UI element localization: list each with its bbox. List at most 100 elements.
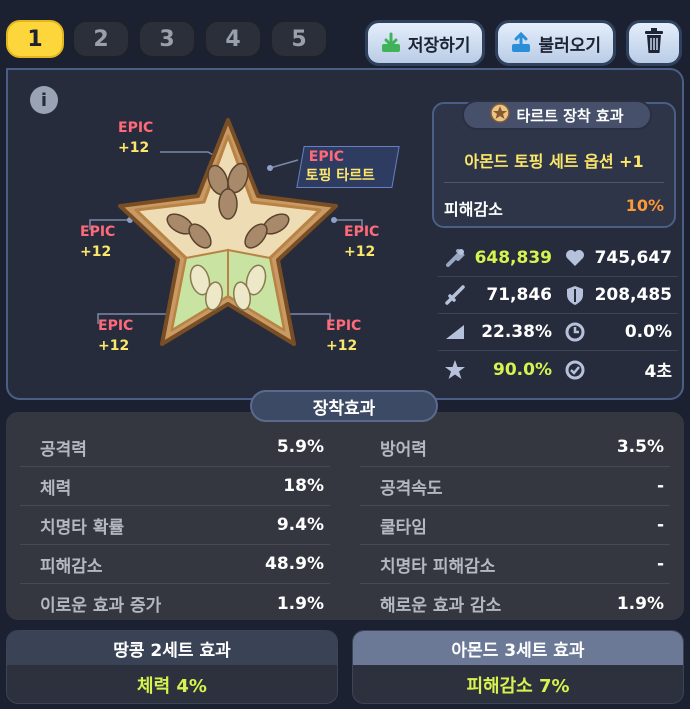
equip-label: 방어력 bbox=[380, 439, 427, 460]
equip-row: 쿨타임 - bbox=[360, 506, 670, 545]
stat-cell: 0.0% bbox=[558, 321, 678, 343]
tab-3[interactable]: 3 bbox=[138, 20, 196, 58]
tart-effect-stat-label: 피해감소 bbox=[444, 200, 503, 219]
equip-value: 18% bbox=[283, 476, 324, 496]
equip-label: 공격속도 bbox=[380, 478, 443, 499]
load-label: 불러오기 bbox=[538, 35, 601, 56]
slot-level: +12 bbox=[344, 244, 376, 260]
equip-row: 체력 18% bbox=[20, 467, 330, 506]
star-burst-icon bbox=[445, 359, 465, 379]
toolbar: 저장하기 불러오기 bbox=[364, 20, 682, 66]
attack-power-icon bbox=[446, 249, 465, 267]
tab-5[interactable]: 5 bbox=[270, 20, 328, 58]
stat-row: 90.0% 4초 bbox=[438, 351, 678, 388]
stats-grid: 648,839 745,647 71,846 208,485 22.38% 0.… bbox=[438, 240, 678, 388]
stat-row: 71,846 208,485 bbox=[438, 277, 678, 314]
slot-level: +12 bbox=[98, 338, 130, 354]
tab-2[interactable]: 2 bbox=[72, 20, 130, 58]
equip-label: 피해감소 bbox=[40, 556, 103, 577]
equip-label: 공격력 bbox=[40, 439, 87, 460]
heart-icon bbox=[566, 250, 584, 266]
stat-cell: 90.0% bbox=[438, 359, 558, 381]
stat-value: 90.0% bbox=[493, 359, 552, 380]
equip-value: - bbox=[656, 476, 664, 496]
equip-row: 이로운 효과 증가 1.9% bbox=[20, 584, 330, 623]
equip-row: 공격력 5.9% bbox=[20, 428, 330, 467]
save-label: 저장하기 bbox=[407, 35, 471, 56]
equip-col-left: 공격력 5.9% 체력 18% 치명타 확률 9.4% 피해감소 48.9% 이로운 효… bbox=[20, 428, 330, 623]
stat-cell: 208,485 bbox=[558, 284, 678, 306]
tart-diagram: EPIC +12 EPIC 토핑 타르트 EPIC +12 EPIC +12 E… bbox=[68, 100, 400, 400]
stat-cell: 22.38% bbox=[438, 321, 558, 343]
tart-effect-stat-value: 10% bbox=[625, 196, 664, 215]
equip-value: - bbox=[656, 515, 664, 535]
stat-row: 648,839 745,647 bbox=[438, 240, 678, 277]
equip-value: - bbox=[656, 554, 664, 574]
trash-icon bbox=[642, 27, 666, 59]
set-effect-title: 아몬드 3세트 효과 bbox=[353, 631, 683, 665]
tag-name: 토핑 타르트 bbox=[305, 168, 375, 184]
slot-bottom-right[interactable]: EPIC +12 bbox=[326, 316, 361, 356]
equip-label: 치명타 확률 bbox=[40, 517, 125, 538]
equip-label: 해로운 효과 감소 bbox=[380, 596, 502, 616]
crit-icon bbox=[446, 325, 464, 339]
equip-row: 치명타 확률 9.4% bbox=[20, 506, 330, 545]
slot-level: +12 bbox=[118, 140, 150, 156]
set-effect-value: 체력 4% bbox=[137, 676, 207, 697]
equip-row: 치명타 피해감소 - bbox=[360, 545, 670, 584]
stat-cell: 648,839 bbox=[438, 247, 558, 269]
equip-effect-panel: 공격력 5.9% 체력 18% 치명타 확률 9.4% 피해감소 48.9% 이로운 효… bbox=[6, 412, 684, 620]
topping-tart-tag: EPIC 토핑 타르트 bbox=[296, 146, 400, 188]
tart-effect-stat: 피해감소 10% bbox=[444, 196, 664, 220]
equip-effect-title: 장착효과 bbox=[250, 390, 438, 422]
equip-label: 이로운 효과 증가 bbox=[40, 596, 162, 616]
slot-grade: EPIC bbox=[118, 120, 154, 136]
stat-value: 71,846 bbox=[486, 285, 552, 305]
load-button[interactable]: 불러오기 bbox=[495, 20, 616, 66]
equip-value: 9.4% bbox=[276, 515, 324, 535]
equip-row: 공격속도 - bbox=[360, 467, 670, 506]
equip-row: 피해감소 48.9% bbox=[20, 545, 330, 584]
delete-button[interactable] bbox=[626, 20, 682, 66]
star-badge-icon bbox=[490, 103, 511, 127]
slot-grade: EPIC bbox=[326, 318, 362, 334]
stat-value: 648,839 bbox=[474, 248, 552, 268]
set-effect-peanut: 땅콩 2세트 효과 체력 4% bbox=[6, 630, 338, 704]
stat-row: 22.38% 0.0% bbox=[438, 314, 678, 351]
save-button[interactable]: 저장하기 bbox=[364, 20, 486, 66]
equip-label: 체력 bbox=[40, 478, 72, 499]
equip-row: 해로운 효과 감소 1.9% bbox=[360, 584, 670, 623]
clock-check-icon bbox=[565, 360, 585, 379]
stat-cell: 4초 bbox=[558, 357, 678, 382]
shield-icon bbox=[567, 286, 583, 305]
tart-panel: i EPIC +12 EPIC 토핑 타르트 EPIC +12 EPIC +12… bbox=[6, 68, 684, 400]
stat-value: 22.38% bbox=[481, 322, 552, 342]
sword-icon bbox=[445, 285, 465, 305]
equip-label: 치명타 피해감소 bbox=[380, 556, 496, 577]
tab-1[interactable]: 1 bbox=[6, 20, 64, 58]
set-effect-title: 땅콩 2세트 효과 bbox=[7, 631, 337, 665]
tart-effect-header: 타르트 장착 효과 bbox=[462, 100, 652, 130]
slot-mid-left[interactable]: EPIC +12 bbox=[80, 222, 115, 262]
slot-grade: EPIC bbox=[344, 224, 380, 240]
stat-value: 745,647 bbox=[594, 248, 672, 268]
tart-effect-subtitle: 아몬드 토핑 세트 옵션 +1 bbox=[464, 152, 644, 171]
equip-value: 3.5% bbox=[616, 437, 664, 457]
slot-bottom-left[interactable]: EPIC +12 bbox=[98, 316, 133, 356]
stat-value: 208,485 bbox=[594, 285, 672, 305]
divider bbox=[444, 182, 664, 183]
slot-grade: EPIC bbox=[80, 224, 116, 240]
download-tray-icon bbox=[380, 32, 402, 54]
stat-value: 4초 bbox=[644, 362, 672, 382]
info-button[interactable]: i bbox=[30, 86, 58, 114]
slot-top-left[interactable]: EPIC +12 bbox=[118, 118, 153, 158]
slot-mid-right[interactable]: EPIC +12 bbox=[344, 222, 379, 262]
set-effect-value: 피해감소 7% bbox=[466, 676, 570, 697]
equip-value: 1.9% bbox=[276, 593, 324, 614]
tab-4[interactable]: 4 bbox=[204, 20, 262, 58]
stat-cell: 745,647 bbox=[558, 247, 678, 269]
tart-effect-box: 타르트 장착 효과 아몬드 토핑 세트 옵션 +1 피해감소 10% bbox=[432, 100, 676, 228]
set-effect-almond: 아몬드 3세트 효과 피해감소 7% bbox=[352, 630, 684, 704]
upload-tray-icon bbox=[510, 32, 532, 54]
slot-level: +12 bbox=[326, 338, 358, 354]
